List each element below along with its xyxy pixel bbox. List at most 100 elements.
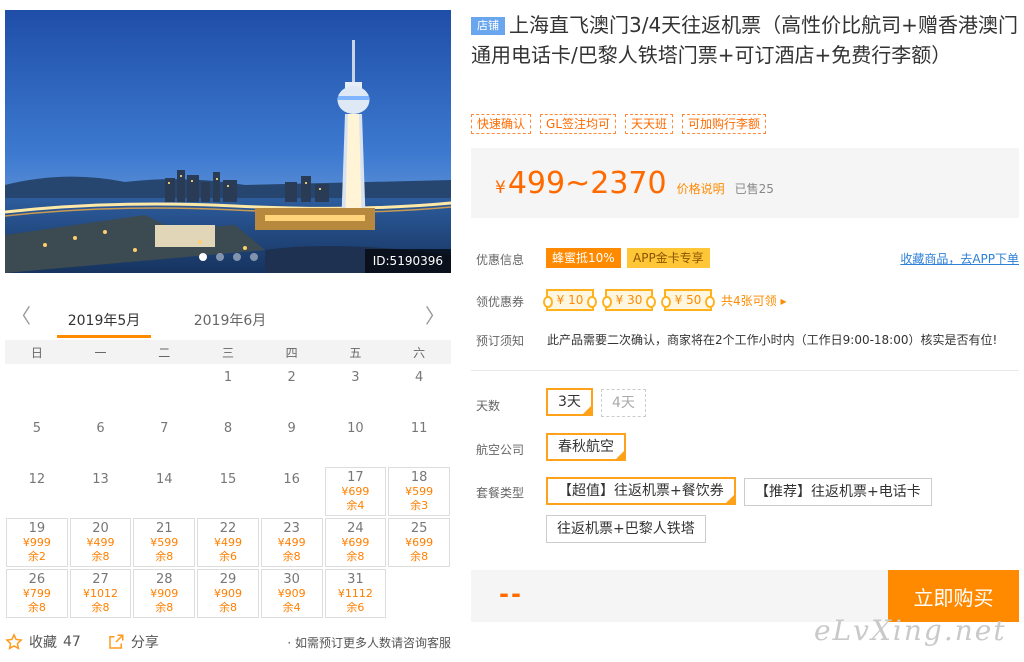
calendar-next-arrow-icon[interactable]: 〉 [425, 306, 445, 326]
calendar-day-stock: 余8 [346, 550, 365, 563]
calendar-day-number: 30 [283, 572, 300, 587]
calendar-day-number: 24 [347, 521, 364, 536]
calendar-day[interactable]: 19 ¥999 余2 [6, 518, 68, 567]
coupon-label: 领优惠券 [476, 295, 525, 309]
weekday-label: 四 [259, 340, 324, 364]
coupon-50[interactable]: ¥ 50 [661, 289, 715, 311]
calendar-day: 16 [261, 467, 323, 516]
calendar-week-row: 5 6 7 8 9 10 11 [5, 415, 451, 466]
carousel-dot[interactable] [198, 253, 207, 261]
calendar-day[interactable]: 21 ¥599 余8 [133, 518, 196, 567]
carousel-dot[interactable] [249, 253, 258, 261]
calendar-day[interactable]: 17 ¥699 余4 [324, 467, 387, 516]
share-button[interactable]: 分享 [107, 632, 159, 652]
days-option-4[interactable]: 4天 [601, 389, 646, 417]
calendar-day: 6 [70, 416, 132, 465]
calendar-cell: 16 [260, 466, 324, 517]
calendar-day-number: 10 [347, 421, 364, 436]
coupon-30[interactable]: ¥ 30 [602, 289, 656, 311]
calendar-day-number: 9 [287, 421, 296, 436]
calendar-cell: 17 ¥699 余4 [324, 466, 388, 517]
calendar-day-number: 18 [410, 470, 428, 485]
favorite-button[interactable]: 收藏 47 [5, 632, 81, 652]
calendar-cell: 29 ¥909 余8 [196, 568, 260, 619]
airline-option-spring[interactable]: 春秋航空 [546, 433, 626, 461]
calendar-day[interactable]: 24 ¥699 余8 [324, 518, 387, 567]
package-option-recommended[interactable]: 【推荐】往返机票+电话卡 [744, 478, 932, 506]
calendar-cell: 6 [69, 415, 133, 466]
calendar-cell: 30 ¥909 余4 [260, 568, 324, 619]
calendar-day-number: 27 [92, 572, 109, 587]
calendar-cell: 7 [132, 415, 196, 466]
calendar-day-stock: 余2 [27, 550, 46, 563]
package-option-tower[interactable]: 往返机票+巴黎人铁塔 [546, 515, 706, 543]
calendar-cell: 5 [5, 415, 69, 466]
calendar-day: 4 [388, 365, 450, 414]
calendar-day-number: 3 [351, 370, 360, 385]
favorite-go-app-link[interactable]: 收藏商品，去APP下单 [900, 250, 1019, 267]
calendar-day-number: 21 [155, 521, 173, 536]
calendar-day[interactable]: 25 ¥699 余8 [388, 518, 450, 567]
calendar-day-number: 28 [155, 572, 173, 587]
calendar-month-tab-may[interactable]: 2019年5月 [57, 310, 151, 338]
package-option-value[interactable]: 【超值】往返机票+餐饮券 [546, 477, 736, 505]
product-hero-image[interactable]: ID:5190396 [5, 10, 451, 273]
days-option-3[interactable]: 3天 [546, 388, 593, 416]
share-icon [109, 634, 124, 649]
coupon-more-link[interactable]: 共4张可领 ▸ [721, 292, 786, 309]
weekday-label: 三 [196, 340, 260, 364]
calendar-day-stock: 余8 [155, 601, 174, 614]
calendar-cell: 12 [5, 466, 69, 517]
calendar-day-price: ¥1112 [337, 587, 373, 600]
price-note-link[interactable]: 价格说明 [677, 180, 725, 197]
calendar-day-number: 4 [414, 370, 424, 385]
calendar-day-stock: 余6 [346, 601, 365, 614]
product-tag: 天天班 [625, 114, 674, 134]
calendar-day[interactable]: 26 ¥799 余8 [6, 569, 68, 618]
calendar-prev-arrow-icon[interactable]: 〈 [11, 306, 31, 326]
calendar-day-number: 12 [28, 472, 46, 487]
calendar-day-stock: 余6 [218, 550, 237, 563]
calendar-cell [5, 364, 69, 415]
calendar-day-price: ¥999 [22, 536, 51, 549]
price-calendar: 日 一 二 三 四 五 六 1 2 3 4 5 6 7 8 9 10 11 12 13 14 15 16 17 ¥… [5, 340, 451, 619]
calendar-day: 9 [261, 416, 323, 465]
calendar-month-tab-june[interactable]: 2019年6月 [183, 310, 277, 330]
calendar-cell: 31 ¥1112 余6 [324, 568, 388, 619]
calendar-day: 12 [6, 467, 68, 516]
calendar-day[interactable]: 28 ¥909 余8 [133, 569, 196, 618]
calendar-day-stock: 余3 [410, 499, 429, 512]
calendar-cell: 21 ¥599 余8 [132, 517, 196, 568]
calendar-cell: 8 [196, 415, 260, 466]
calendar-day-number: 19 [28, 521, 46, 536]
calendar-weekday-header: 日 一 二 三 四 五 六 [5, 340, 451, 364]
section-divider [471, 370, 1019, 371]
calendar-day[interactable]: 27 ¥1012 余8 [69, 569, 132, 618]
carousel-dot[interactable] [215, 253, 224, 261]
calendar-day[interactable]: 22 ¥499 余6 [197, 518, 259, 567]
calendar-day-number: 17 [347, 470, 364, 485]
calendar-cell: 10 [324, 415, 388, 466]
calendar-day-number: 20 [92, 521, 109, 536]
calendar-day[interactable]: 31 ¥1112 余6 [324, 569, 387, 618]
calendar-day: 3 [325, 365, 387, 414]
calendar-day[interactable]: 29 ¥909 余8 [197, 569, 259, 618]
calendar-day[interactable]: 30 ¥909 余4 [260, 569, 323, 618]
macau-tower-photo [5, 10, 451, 273]
calendar-day-price: ¥499 [277, 536, 306, 549]
calendar-day-number: 23 [283, 521, 300, 536]
calendar-day[interactable]: 20 ¥499 余8 [69, 518, 132, 567]
calendar-day[interactable]: 23 ¥499 余8 [260, 518, 323, 567]
group-booking-note: · 如需预订更多人数请咨询客服 [287, 635, 451, 650]
calendar-cell: 3 [324, 364, 388, 415]
calendar-day[interactable]: 18 ¥599 余3 [388, 467, 450, 516]
star-icon [5, 633, 23, 650]
product-title: 店铺 上海直飞澳门3/4天往返机票（高性价比航司+赠香港澳门通用电话卡/巴黎人铁塔… [471, 10, 1021, 70]
carousel-dot[interactable] [232, 253, 241, 261]
calendar-day-stock: 余8 [218, 601, 237, 614]
calendar-day-number: 7 [160, 421, 169, 436]
coupon-10[interactable]: ¥ 10 [543, 289, 597, 311]
calendar-day-price: ¥599 [150, 536, 179, 549]
calendar-day-number: 11 [410, 421, 428, 436]
calendar-cell: 19 ¥999 余2 [5, 517, 69, 568]
